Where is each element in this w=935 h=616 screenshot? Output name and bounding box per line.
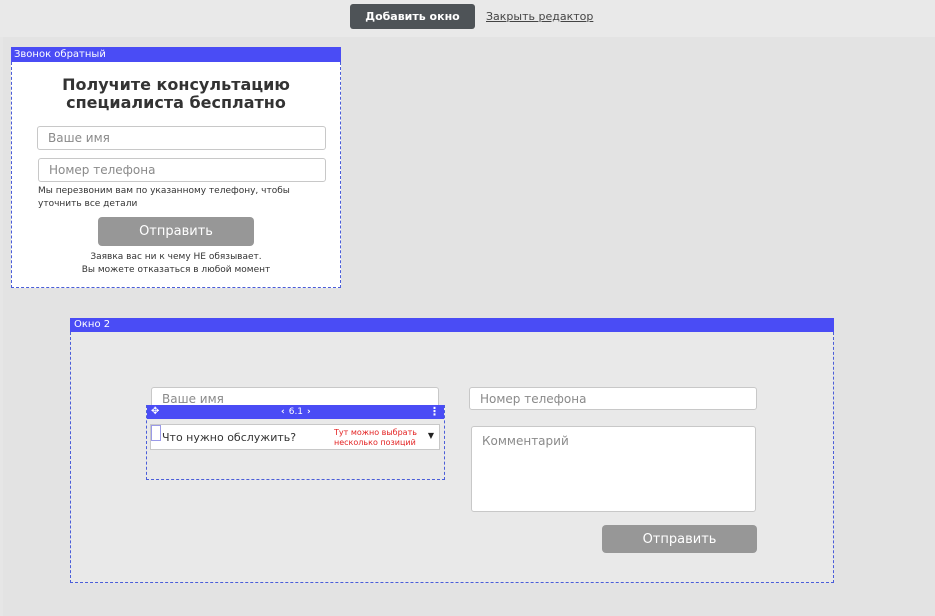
window-1-title: Получите консультацию специалиста беспла… [12,76,340,112]
window-1-footer-line1: Заявка вас ни к чему НЕ обязывает. [90,252,262,262]
window-1-footer: Заявка вас ни к чему НЕ обязывает. Вы мо… [12,251,340,277]
window-1-title-line2: специалиста бесплатно [66,93,286,112]
move-icon[interactable]: ✥ [151,406,159,418]
window-1-name-input[interactable]: Ваше имя [37,126,326,150]
window-2-phone-input[interactable]: Номер телефона [469,387,757,410]
window-1[interactable]: Получите консультацию специалиста беспла… [11,62,341,288]
service-select[interactable]: Что нужно обслужить? Тут можно выбрать н… [150,424,440,450]
position-control: ‹ 6.1 › [277,405,315,419]
broken-image-icon [151,425,161,441]
add-window-button[interactable]: Добавить окно [350,4,475,29]
window-2-comment-textarea[interactable]: Комментарий [471,426,756,512]
vertical-dots-icon[interactable]: ⋮ [429,405,440,419]
position-label: 6.1 [288,407,304,417]
window-1-footer-line2: Вы можете отказаться в любой момент [81,265,271,275]
chevron-left-icon[interactable]: ‹ [277,407,289,417]
service-select-hint: Тут можно выбрать несколько позиций [334,428,417,448]
chevron-right-icon[interactable]: › [303,407,315,417]
close-editor-link[interactable]: Закрыть редактор [486,10,593,23]
window-2-submit-button[interactable]: Отправить [602,525,757,553]
window-1-header[interactable]: Звонок обратный [11,47,341,62]
window-1-note: Мы перезвоним вам по указанному телефону… [38,186,290,209]
window-1-title-line1: Получите консультацию [62,75,290,94]
editor-toolbar: Добавить окно Закрыть редактор [0,0,935,37]
service-select-hint-line2: несколько позиций [334,438,416,447]
service-select-hint-line1: Тут можно выбрать [334,428,417,437]
window-1-submit-button[interactable]: Отправить [98,217,254,246]
caret-down-icon[interactable]: ▼ [428,431,434,440]
selection-toolbar: ✥ ‹ 6.1 › ⋮ [147,405,444,419]
service-select-label: Что нужно обслужить? [162,431,297,444]
window-1-phone-input[interactable]: Номер телефона [38,158,326,182]
window-2-header[interactable]: Окно 2 [70,318,834,332]
